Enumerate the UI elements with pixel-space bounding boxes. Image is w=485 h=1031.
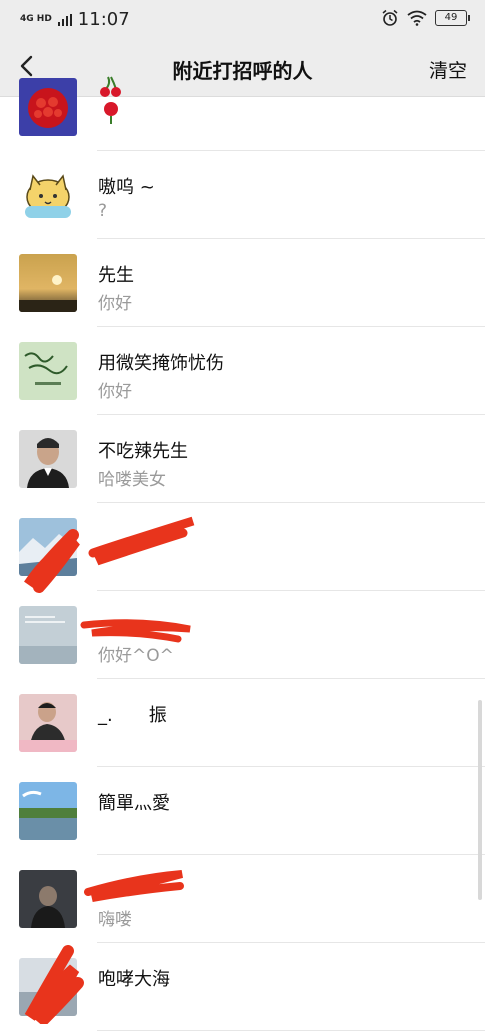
- list-item[interactable]: _. 振: [0, 679, 485, 767]
- avatar: [19, 166, 77, 224]
- cherry-rose-emoji-icon: [100, 76, 121, 124]
- avatar: [19, 518, 77, 576]
- clock-time: 11:07: [77, 9, 130, 30]
- list-item[interactable]: 簡單灬愛: [0, 767, 485, 855]
- contact-name: 先生: [98, 265, 134, 286]
- list-item[interactable]: [0, 63, 485, 151]
- avatar: [19, 870, 77, 928]
- greeting-message: 嗨喽: [98, 910, 132, 930]
- contact-name: _. 振: [98, 705, 167, 726]
- avatar: [19, 342, 77, 400]
- avatar: [19, 254, 77, 312]
- list-item[interactable]: [0, 503, 485, 591]
- avatar: [19, 694, 77, 752]
- greeting-message: ?: [98, 201, 108, 221]
- list-item[interactable]: 用微笑掩饰忧伤 你好: [0, 327, 485, 415]
- status-bar: 4G HD 11:07 49: [0, 0, 485, 38]
- scrollbar[interactable]: [478, 700, 482, 900]
- battery-icon: 49: [435, 10, 470, 26]
- greeting-message: 你好: [98, 294, 132, 314]
- avatar: [19, 430, 77, 488]
- list-item[interactable]: 咆哮大海: [0, 943, 485, 1031]
- list-item[interactable]: 你好^O^: [0, 591, 485, 679]
- list-item[interactable]: 先生 你好: [0, 239, 485, 327]
- signal-icon: [57, 13, 72, 26]
- avatar: [19, 958, 77, 1016]
- contact-name: 不吃辣先生: [98, 441, 188, 462]
- list-item[interactable]: 嗷呜 ~ ?: [0, 151, 485, 239]
- greeting-message: 哈喽美女: [98, 470, 166, 490]
- greeting-message: 你好^O^: [98, 646, 174, 666]
- contact-name: 嗷呜 ~: [98, 177, 155, 198]
- greeting-message: 你好: [98, 382, 132, 402]
- contact-name: 用微笑掩饰忧伤: [98, 353, 224, 374]
- avatar: [19, 606, 77, 664]
- contact-name: 簡單灬愛: [98, 793, 170, 814]
- alarm-icon: [382, 9, 398, 26]
- network-indicator: 4G HD: [20, 14, 52, 24]
- avatar: [19, 78, 77, 136]
- greeting-list: 嗷呜 ~ ? 先生 你好 用微笑掩饰忧伤 你好 不吃辣先生 哈喽美女 你好^O^…: [0, 76, 485, 1031]
- list-item[interactable]: 不吃辣先生 哈喽美女: [0, 415, 485, 503]
- list-item[interactable]: 嗨喽: [0, 855, 485, 943]
- contact-name: 咆哮大海: [98, 969, 170, 990]
- avatar: [19, 782, 77, 840]
- wifi-icon: [407, 10, 427, 26]
